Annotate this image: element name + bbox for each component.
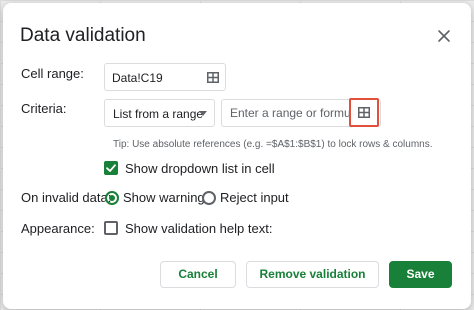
cancel-button[interactable]: Cancel xyxy=(160,261,236,288)
dialog-title: Data validation xyxy=(20,25,146,46)
range-input[interactable] xyxy=(222,100,350,126)
save-button[interactable]: Save xyxy=(389,261,452,288)
checkmark-icon xyxy=(106,164,116,172)
show-warning-label[interactable]: Show warning xyxy=(123,190,205,205)
grid-icon[interactable] xyxy=(207,72,219,83)
data-validation-dialog: Data validation Cell range: Data!C19 Cri… xyxy=(3,3,471,309)
cell-range-value: Data!C19 xyxy=(112,71,163,85)
show-dropdown-checkbox[interactable] xyxy=(104,161,118,175)
remove-validation-button[interactable]: Remove validation xyxy=(246,261,379,288)
caret-down-icon xyxy=(199,111,207,116)
criteria-dropdown[interactable]: List from a range xyxy=(104,99,215,127)
help-text-label[interactable]: Show validation help text: xyxy=(125,221,272,236)
radio-show-warning[interactable] xyxy=(105,191,119,205)
grid-icon xyxy=(358,107,370,118)
appearance-label: Appearance: xyxy=(21,221,95,236)
select-range-button[interactable] xyxy=(349,98,379,127)
tip-text: Tip: Use absolute references (e.g. =$A$1… xyxy=(113,139,433,150)
close-icon[interactable] xyxy=(435,27,453,45)
criteria-selected-value: List from a range xyxy=(113,107,204,121)
criteria-label: Criteria: xyxy=(21,101,67,116)
reject-input-label[interactable]: Reject input xyxy=(220,190,289,205)
invalid-data-label: On invalid data: xyxy=(21,190,112,205)
help-text-checkbox[interactable] xyxy=(104,221,118,235)
cell-range-field[interactable]: Data!C19 xyxy=(104,63,226,91)
radio-reject-input[interactable] xyxy=(202,191,216,205)
cell-range-label: Cell range: xyxy=(21,66,84,81)
show-dropdown-label[interactable]: Show dropdown list in cell xyxy=(125,161,275,176)
